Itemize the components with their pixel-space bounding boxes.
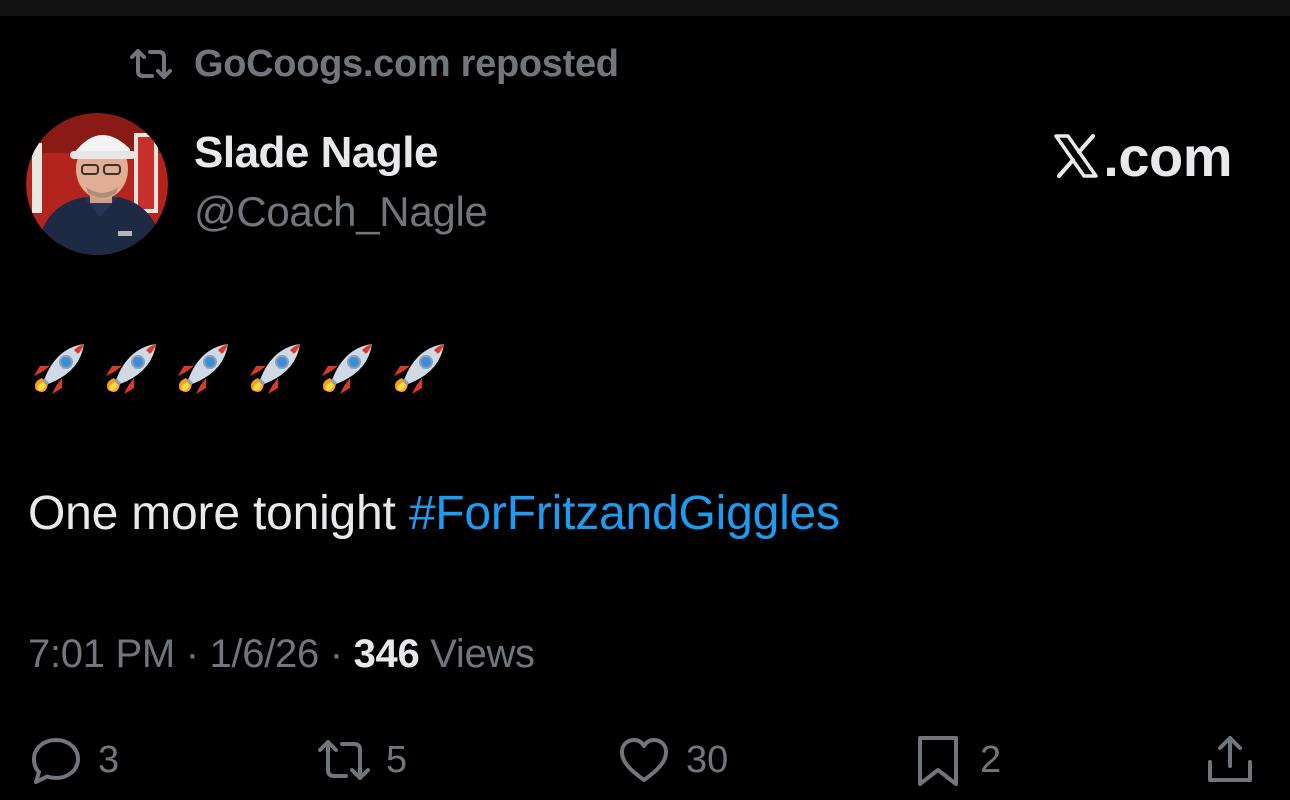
- bookmark-count: 2: [980, 738, 1002, 781]
- rocket-icon: [26, 338, 90, 402]
- repost-button[interactable]: 5: [316, 730, 407, 790]
- action-bar: 3 5 30 2: [0, 720, 1290, 800]
- tweet-text: One more tonight #ForFritzandGiggles: [28, 486, 840, 541]
- like-button[interactable]: 30: [616, 730, 728, 790]
- tweet-body: One more tonight: [28, 487, 409, 540]
- rocket-icon: [170, 338, 234, 402]
- author-display-name[interactable]: Slade Nagle: [194, 128, 438, 178]
- repost-icon: [316, 732, 372, 788]
- x-logo-icon: [1053, 133, 1099, 179]
- views-count[interactable]: 346: [354, 632, 420, 676]
- reply-count: 3: [98, 738, 120, 781]
- brand-text: .com: [1103, 124, 1232, 188]
- repost-icon: [128, 47, 174, 81]
- brand-watermark: .com: [1053, 124, 1232, 188]
- like-count: 30: [686, 738, 729, 781]
- bookmark-icon: [910, 732, 966, 788]
- bookmark-button[interactable]: 2: [910, 730, 1001, 790]
- reply-button[interactable]: 3: [28, 730, 119, 790]
- meta-separator: ·: [174, 632, 210, 676]
- top-edge-bar: [0, 0, 1290, 16]
- rocket-icon: [242, 338, 306, 402]
- avatar[interactable]: [26, 113, 168, 255]
- meta-separator: ·: [318, 632, 354, 676]
- repost-count: 5: [386, 738, 408, 781]
- views-label: Views: [419, 632, 535, 676]
- reply-icon: [28, 732, 84, 788]
- hashtag-link[interactable]: #ForFritzandGiggles: [409, 487, 840, 540]
- share-icon: [1202, 732, 1258, 788]
- rocket-icon: [314, 338, 378, 402]
- heart-icon: [616, 732, 672, 788]
- repost-banner-text: GoCoogs.com reposted: [194, 42, 619, 85]
- tweet-time[interactable]: 7:01 PM: [28, 632, 175, 676]
- rocket-icon: [386, 338, 450, 402]
- repost-banner[interactable]: GoCoogs.com reposted: [128, 40, 619, 88]
- tweet-meta: 7:01 PM · 1/6/26 · 346 Views: [28, 632, 535, 677]
- share-button[interactable]: [1202, 730, 1272, 790]
- tweet-date[interactable]: 1/6/26: [210, 632, 320, 676]
- emoji-line: [26, 332, 458, 408]
- author-handle[interactable]: @Coach_Nagle: [194, 188, 488, 236]
- rocket-icon: [98, 338, 162, 402]
